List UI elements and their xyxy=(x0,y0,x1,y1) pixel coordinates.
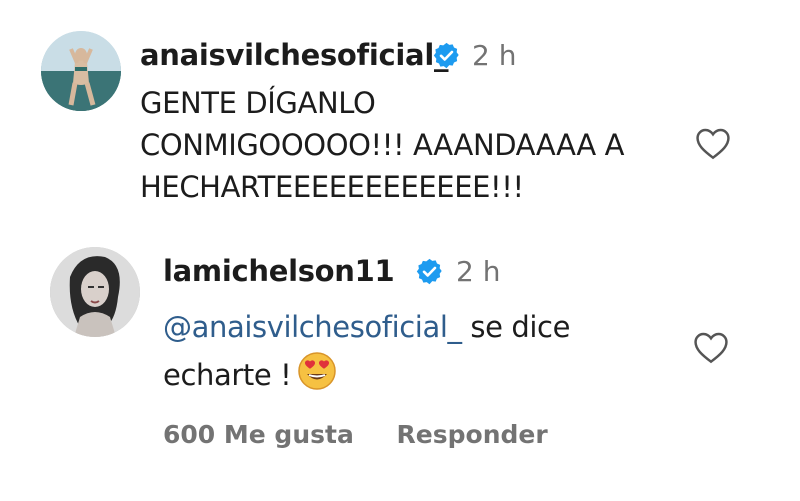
likes-count-button[interactable]: 600 Me gusta xyxy=(163,420,354,449)
profile-photo xyxy=(50,247,140,337)
comment-text-fragment: se dice xyxy=(461,310,571,344)
avatar-anaisvilchesoficial[interactable] xyxy=(41,31,121,111)
heart-outline-icon[interactable] xyxy=(694,126,732,160)
comment-text-fragment: echarte ! xyxy=(163,358,292,392)
comment-text-line: @anaisvilchesoficial_ se dice xyxy=(163,303,570,351)
heart-eyes-emoji xyxy=(298,352,337,390)
mention-link[interactable]: @anaisvilchesoficial_ xyxy=(163,310,462,344)
comment-text-line: GENTE DÍGANLO xyxy=(140,86,376,120)
verified-badge-icon xyxy=(416,258,442,285)
comment-timestamp: 2 h xyxy=(472,39,517,72)
avatar-lamichelson11[interactable] xyxy=(50,247,140,337)
comment-text-line: echarte ! xyxy=(163,351,570,399)
comment-text: GENTE DÍGANLO CONMIGOOOOO!!! AAANDAAAA A… xyxy=(140,82,625,208)
reply-button[interactable]: Responder xyxy=(397,420,548,449)
comment-username[interactable]: lamichelson11 xyxy=(163,254,395,288)
comment-text-line: HECHARTEEEEEEEEEEEE!!! xyxy=(140,170,524,204)
comment-timestamp: 2 h xyxy=(456,255,501,288)
profile-photo xyxy=(41,31,121,111)
verified-badge-icon xyxy=(433,42,459,69)
comment-text-line: CONMIGOOOOO!!! AAANDAAAA A xyxy=(140,128,625,162)
heart-outline-icon[interactable] xyxy=(692,330,730,364)
comment-username[interactable]: anaisvilchesoficial_ xyxy=(140,38,448,72)
comment-actions: 600 Me gusta Responder xyxy=(163,420,582,449)
comment-text: @anaisvilchesoficial_ se dice echarte ! xyxy=(163,303,570,399)
